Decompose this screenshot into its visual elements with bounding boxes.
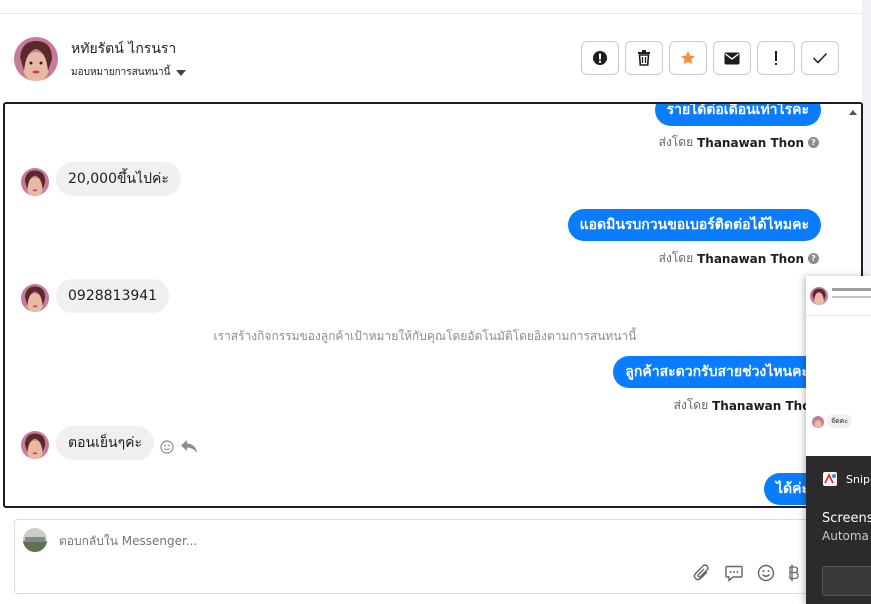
popup-header — [806, 276, 871, 316]
baht-icon[interactable] — [789, 564, 799, 582]
conversation-toolbar — [581, 41, 839, 75]
snip-notification-button[interactable] — [822, 566, 871, 596]
message-bubble-outgoing: ลูกค้าสะดวกรับสายช่วงไหนคะ — [613, 356, 821, 388]
follow-up-button[interactable] — [757, 41, 795, 75]
delete-button[interactable] — [625, 41, 663, 75]
popup-small-avatar — [812, 416, 824, 428]
message-bubble-incoming: ตอนเย็นๆค่ะ — [56, 426, 155, 460]
snip-notification-body: Automa — [822, 529, 869, 543]
system-note: เราสร้างกิจกรรมของลูกค้าเป้าหมายให้กับคุ… — [213, 329, 637, 343]
popup-avatar — [810, 287, 828, 305]
message-bubble-incoming: 20,000ขึ้นไปค่ะ — [56, 162, 181, 196]
sent-by-label: ส่งโดย Thanawan Thon ? — [659, 249, 819, 268]
mark-done-button[interactable] — [801, 41, 839, 75]
message-thread[interactable]: รายได้ต่อเดือนเท่าไรคะ ส่งโดย Thanawan T… — [3, 102, 863, 508]
snip-app-icon — [823, 472, 837, 486]
message-bubble-outgoing: แอดมินรบกวนขอเบอร์ติดต่อได้ไหมคะ — [567, 209, 821, 241]
popup-name-line — [832, 288, 871, 291]
alert-circle-icon — [593, 51, 607, 65]
preview-popup: จัดคะ Snip Screensh Automa — [806, 276, 871, 604]
star-button[interactable] — [669, 41, 707, 75]
page-avatar — [23, 528, 47, 552]
trash-icon — [638, 50, 650, 66]
scroll-up-arrow-icon[interactable] — [849, 110, 857, 115]
snip-app-title: Snip — [846, 473, 870, 486]
reply-input[interactable] — [59, 534, 659, 548]
mail-icon — [724, 52, 740, 64]
mark-unread-button[interactable] — [713, 41, 751, 75]
message-bubble-incoming: 0928813941 — [56, 279, 170, 313]
popup-reply-chip: จัดคะ — [827, 414, 853, 428]
mark-spam-button[interactable] — [581, 41, 619, 75]
exclamation-icon — [775, 51, 777, 65]
emoji-icon[interactable] — [757, 564, 775, 582]
assign-conversation-dropdown[interactable]: มอบหมายการสนทนานี้ — [71, 65, 187, 80]
react-emoji-icon[interactable] — [160, 440, 174, 454]
star-icon — [681, 51, 695, 65]
check-icon — [812, 52, 828, 64]
composer-icons — [693, 564, 799, 582]
assign-label: มอบหมายการสนทนานี้ — [71, 67, 171, 78]
snip-notification-title: Screensh — [822, 511, 871, 526]
sent-by-label: ส่งโดย Thanawan Thon — [673, 398, 819, 413]
snip-notification[interactable]: Snip Screensh Automa — [806, 456, 871, 604]
customer-avatar — [21, 431, 49, 459]
top-strip — [0, 0, 862, 14]
contact-name: หทัยรัตน์ ไกรนรา — [71, 41, 177, 57]
help-icon[interactable]: ? — [808, 137, 819, 148]
message-bubble-outgoing: รายได้ต่อเดือนเท่าไรคะ — [654, 104, 821, 126]
paperclip-icon[interactable] — [693, 564, 711, 582]
chat-bubble-icon[interactable] — [725, 565, 743, 582]
chevron-down-icon — [176, 69, 187, 76]
reply-arrow-icon[interactable] — [180, 439, 198, 454]
sent-by-label: ส่งโดย Thanawan Thon ? — [659, 133, 819, 152]
reply-composer — [14, 519, 862, 594]
customer-avatar — [21, 284, 49, 312]
customer-avatar — [21, 168, 49, 196]
contact-avatar[interactable] — [14, 37, 58, 81]
popup-subtitle-line — [832, 296, 871, 298]
help-icon[interactable]: ? — [808, 253, 819, 264]
